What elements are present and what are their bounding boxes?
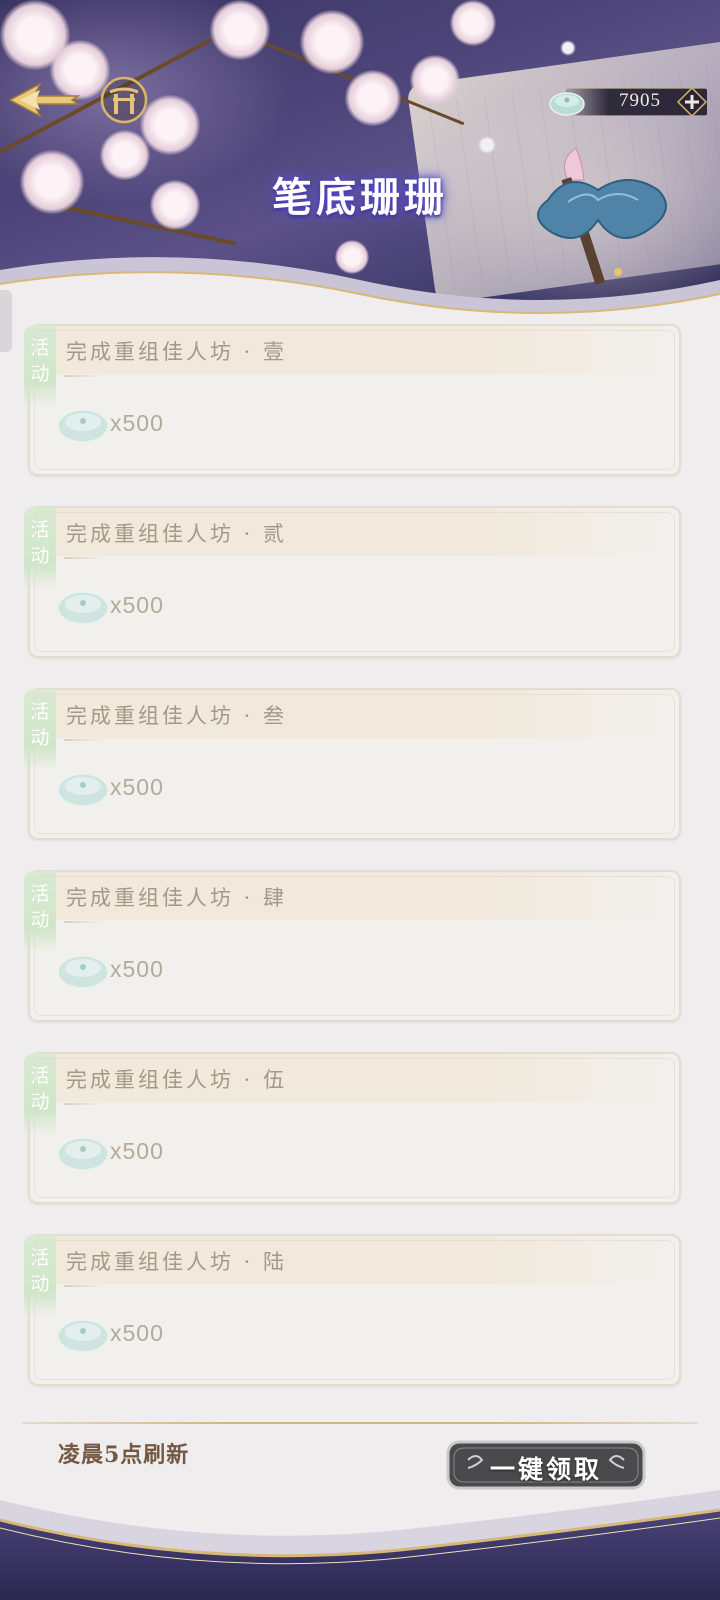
footer-divider	[22, 1422, 698, 1424]
header-wave-edge	[0, 257, 720, 330]
ornament-line	[64, 557, 104, 559]
activity-tag: 活动	[24, 1235, 56, 1317]
reward-amount: x500	[110, 410, 164, 436]
blossom-decoration	[450, 0, 496, 46]
activity-tag: 活动	[24, 1053, 56, 1135]
task-card: 活动 完成重组佳人坊 · 伍 x500	[24, 1052, 681, 1204]
blossom-decoration	[210, 0, 270, 60]
jade-coin-icon	[57, 955, 109, 989]
pearl-decoration	[560, 40, 576, 56]
ornament-line	[64, 1103, 104, 1105]
ornament-line	[64, 1285, 104, 1287]
header-banner: 7905 笔底珊珊	[0, 0, 720, 330]
task-card: 活动 完成重组佳人坊 · 肆 x500	[24, 870, 681, 1022]
ornament-line	[64, 375, 104, 377]
pearl-decoration	[478, 136, 496, 154]
reward-amount: x500	[110, 774, 164, 800]
task-card: 活动 完成重组佳人坊 · 壹 x500	[24, 324, 681, 476]
ornament-line	[64, 739, 104, 741]
task-title: 完成重组佳人坊 · 伍	[66, 1068, 288, 1092]
currency-amount: 7905	[619, 90, 661, 111]
blossom-decoration	[410, 55, 460, 105]
activity-tag: 活动	[24, 689, 56, 771]
claim-all-button[interactable]: 一键领取	[446, 1438, 646, 1492]
task-card: 活动 完成重组佳人坊 · 陆 x500	[24, 1234, 681, 1386]
activity-tag: 活动	[24, 325, 56, 407]
currency-display: 7905	[548, 86, 708, 118]
home-button[interactable]	[100, 76, 148, 124]
side-scroll-handle[interactable]	[0, 290, 12, 352]
task-title: 完成重组佳人坊 · 贰	[66, 522, 288, 546]
jade-coin-icon	[57, 773, 109, 807]
back-button[interactable]	[6, 78, 82, 122]
task-card: 活动 完成重组佳人坊 · 叁 x500	[24, 688, 681, 840]
activity-tag: 活动	[24, 507, 56, 589]
activity-tag: 活动	[24, 871, 56, 953]
plus-icon	[676, 86, 708, 118]
ornament-line	[64, 921, 104, 923]
blossom-decoration	[140, 95, 200, 155]
jade-coin-icon	[57, 1319, 109, 1353]
blossom-decoration	[300, 10, 364, 74]
task-title: 完成重组佳人坊 · 叁	[66, 704, 288, 728]
jade-coin-icon	[549, 92, 585, 116]
task-title: 完成重组佳人坊 · 肆	[66, 886, 288, 910]
task-title: 完成重组佳人坊 · 陆	[66, 1250, 288, 1274]
claim-all-label: 一键领取	[489, 1455, 602, 1484]
reward-amount: x500	[110, 956, 164, 982]
gate-icon	[100, 76, 148, 124]
jade-coin-icon	[57, 1137, 109, 1171]
reward-amount: x500	[110, 1138, 164, 1164]
reward-amount: x500	[110, 592, 164, 618]
task-card: 活动 完成重组佳人坊 · 贰 x500	[24, 506, 681, 658]
add-currency-button[interactable]	[676, 86, 708, 118]
jade-coin-icon	[57, 409, 109, 443]
back-arrow-icon	[8, 82, 81, 118]
jade-coin-icon	[57, 591, 109, 625]
blossom-decoration	[345, 70, 401, 126]
refresh-note: 凌晨5点刷新	[58, 1442, 190, 1468]
reward-amount: x500	[110, 1320, 164, 1346]
task-title: 完成重组佳人坊 · 壹	[66, 340, 288, 364]
